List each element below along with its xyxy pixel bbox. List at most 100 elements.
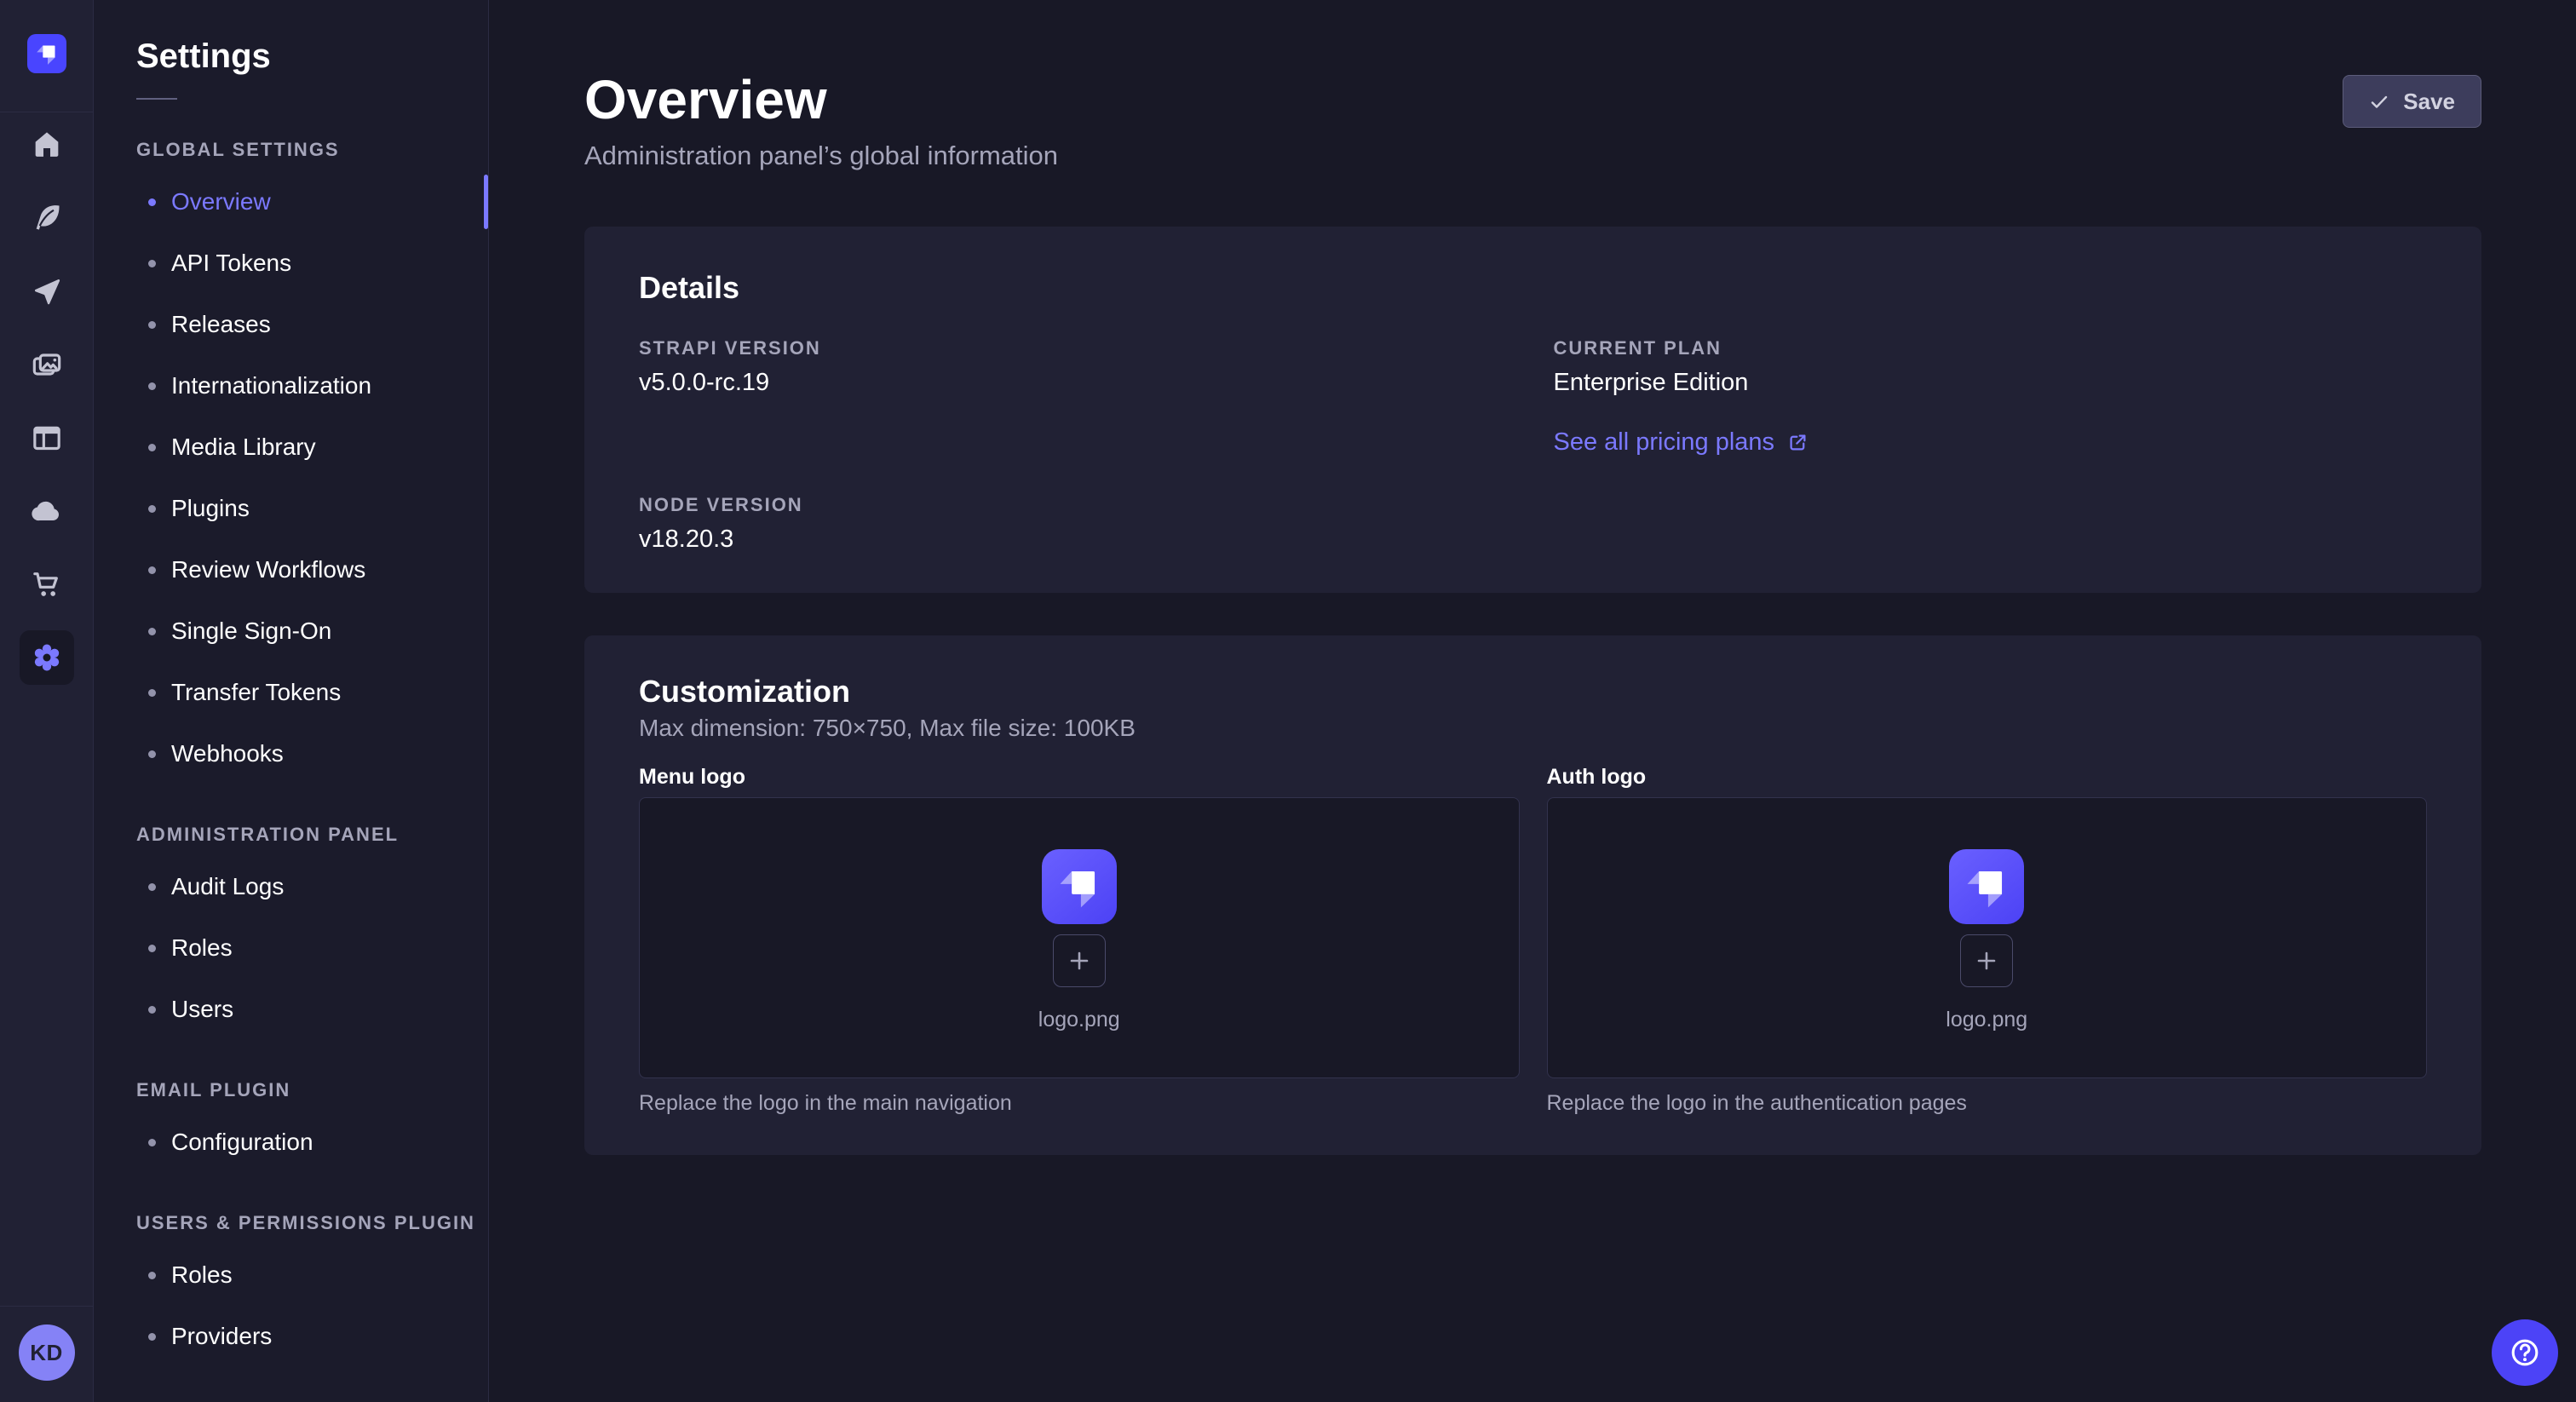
menu-logo-add-button[interactable]: [1053, 934, 1106, 987]
details-heading: Details: [639, 271, 2427, 305]
section-header-users-permissions-plugin: USERS & PERMISSIONS PLUGIN: [136, 1212, 488, 1234]
rail-item-media-library[interactable]: [20, 337, 74, 392]
sidebar-item-label: Providers: [171, 1323, 272, 1350]
menu-logo-label: Menu logo: [639, 765, 1520, 789]
help-button[interactable]: [2492, 1319, 2558, 1386]
strapi-mark-icon: [30, 37, 64, 71]
main-content: Overview Administration panel’s global i…: [489, 0, 2576, 1402]
sidebar-item-plugins[interactable]: Plugins: [94, 478, 488, 539]
question-mark-icon: [2507, 1335, 2543, 1370]
menu-logo-preview: [1042, 849, 1117, 924]
menu-logo-field: Menu logo logo.png: [639, 765, 1520, 1116]
auth-logo-filename: logo.png: [1946, 1008, 2027, 1032]
sidebar-item-releases[interactable]: Releases: [94, 294, 488, 355]
sidebar-item-label: Review Workflows: [171, 556, 365, 583]
sidebar-item-api-tokens[interactable]: API Tokens: [94, 233, 488, 294]
page-title: Overview: [584, 72, 1058, 128]
menu-logo-caption: Replace the logo in the main navigation: [639, 1090, 1520, 1116]
auth-logo-field: Auth logo logo.png: [1547, 765, 2428, 1116]
sidebar-item-label: Configuration: [171, 1129, 313, 1156]
bullet-icon: [148, 566, 156, 574]
sidebar-item-label: Roles: [171, 934, 233, 962]
auth-logo-add-button[interactable]: [1960, 934, 2013, 987]
plus-icon: [1065, 946, 1094, 975]
auth-logo-caption: Replace the logo in the authentication p…: [1547, 1090, 2428, 1116]
subnav-title-rule: [136, 98, 177, 100]
sidebar-item-transfer-tokens[interactable]: Transfer Tokens: [94, 662, 488, 723]
save-button[interactable]: Save: [2343, 75, 2481, 128]
bullet-icon: [148, 1006, 156, 1014]
sidebar-item-media-library[interactable]: Media Library: [94, 417, 488, 478]
bullet-icon: [148, 628, 156, 635]
sidebar-item-label: Roles: [171, 1261, 233, 1289]
sidebar-item-label: Single Sign-On: [171, 618, 331, 645]
details-card: Details STRAPI VERSION v5.0.0-rc.19 CURR…: [584, 227, 2481, 593]
page-subtitle: Administration panel’s global informatio…: [584, 138, 1058, 174]
sidebar-item-label: Plugins: [171, 495, 250, 522]
sidebar-item-label: Transfer Tokens: [171, 679, 341, 706]
rail-item-settings[interactable]: [20, 630, 74, 685]
cart-icon: [30, 567, 64, 601]
field-value: Enterprise Edition: [1554, 368, 2428, 397]
sidebar-item-label: Overview: [171, 188, 271, 215]
field-label: STRAPI VERSION: [639, 337, 1513, 359]
sidebar-item-admin-roles[interactable]: Roles: [94, 917, 488, 979]
save-button-label: Save: [2403, 89, 2455, 115]
auth-logo-dropzone[interactable]: logo.png: [1547, 797, 2428, 1078]
sidebar-item-review-workflows[interactable]: Review Workflows: [94, 539, 488, 600]
bullet-icon: [148, 260, 156, 267]
sidebar-item-audit-logs[interactable]: Audit Logs: [94, 856, 488, 917]
field-value: v5.0.0-rc.19: [639, 368, 1513, 397]
rail-item-content-type-builder[interactable]: [20, 411, 74, 465]
pricing-plans-link-label: See all pricing plans: [1554, 428, 1775, 457]
field-strapi-version: STRAPI VERSION v5.0.0-rc.19: [639, 337, 1513, 457]
customization-heading: Customization: [639, 675, 2427, 709]
rail-item-content-manager[interactable]: [20, 191, 74, 245]
section-header-global-settings: GLOBAL SETTINGS: [136, 139, 488, 161]
bullet-icon: [148, 382, 156, 390]
sidebar-item-email-configuration[interactable]: Configuration: [94, 1112, 488, 1173]
strapi-mark-icon: [1954, 854, 2019, 919]
menu-logo-dropzone[interactable]: logo.png: [639, 797, 1520, 1078]
rail-item-cloud[interactable]: [20, 484, 74, 538]
menu-logo-filename: logo.png: [1038, 1008, 1120, 1032]
section-header-email-plugin: EMAIL PLUGIN: [136, 1079, 488, 1101]
pricing-plans-link[interactable]: See all pricing plans: [1554, 428, 1810, 457]
feather-icon: [30, 201, 64, 235]
field-node-version: NODE VERSION v18.20.3: [639, 494, 1513, 554]
auth-logo-preview: [1949, 849, 2024, 924]
rail-divider-bottom: [0, 1306, 93, 1307]
field-current-plan: CURRENT PLAN Enterprise Edition See all …: [1554, 337, 2428, 457]
sidebar-item-label: Users: [171, 996, 233, 1023]
sidebar-item-up-roles[interactable]: Roles: [94, 1244, 488, 1306]
pictures-icon: [30, 348, 64, 382]
rail-item-marketplace[interactable]: [20, 557, 74, 612]
sidebar-item-label: Releases: [171, 311, 271, 338]
user-avatar[interactable]: KD: [19, 1324, 75, 1381]
rail-item-deploy[interactable]: [20, 264, 74, 319]
bullet-icon: [148, 945, 156, 952]
field-value: v18.20.3: [639, 525, 1513, 554]
sidebar-item-webhooks[interactable]: Webhooks: [94, 723, 488, 784]
cloud-icon: [30, 494, 64, 528]
strapi-logo[interactable]: [27, 34, 66, 73]
section-header-administration-panel: ADMINISTRATION PANEL: [136, 824, 488, 846]
external-link-icon: [1786, 431, 1809, 454]
subnav-title: Settings: [136, 37, 488, 76]
sidebar-item-internationalization[interactable]: Internationalization: [94, 355, 488, 417]
customization-subheading: Max dimension: 750×750, Max file size: 1…: [639, 714, 2427, 743]
rail-item-home[interactable]: [20, 118, 74, 172]
bullet-icon: [148, 750, 156, 758]
sidebar-item-admin-users[interactable]: Users: [94, 979, 488, 1040]
bullet-icon: [148, 505, 156, 513]
sidebar-item-overview[interactable]: Overview: [94, 171, 488, 233]
sidebar-item-single-sign-on[interactable]: Single Sign-On: [94, 600, 488, 662]
sidebar-item-up-providers[interactable]: Providers: [94, 1306, 488, 1367]
strapi-mark-icon: [1047, 854, 1112, 919]
sidebar-item-label: Media Library: [171, 434, 316, 461]
auth-logo-label: Auth logo: [1547, 765, 2428, 789]
bullet-icon: [148, 689, 156, 697]
bullet-icon: [148, 444, 156, 451]
check-icon: [2369, 91, 2389, 112]
bullet-icon: [148, 198, 156, 206]
